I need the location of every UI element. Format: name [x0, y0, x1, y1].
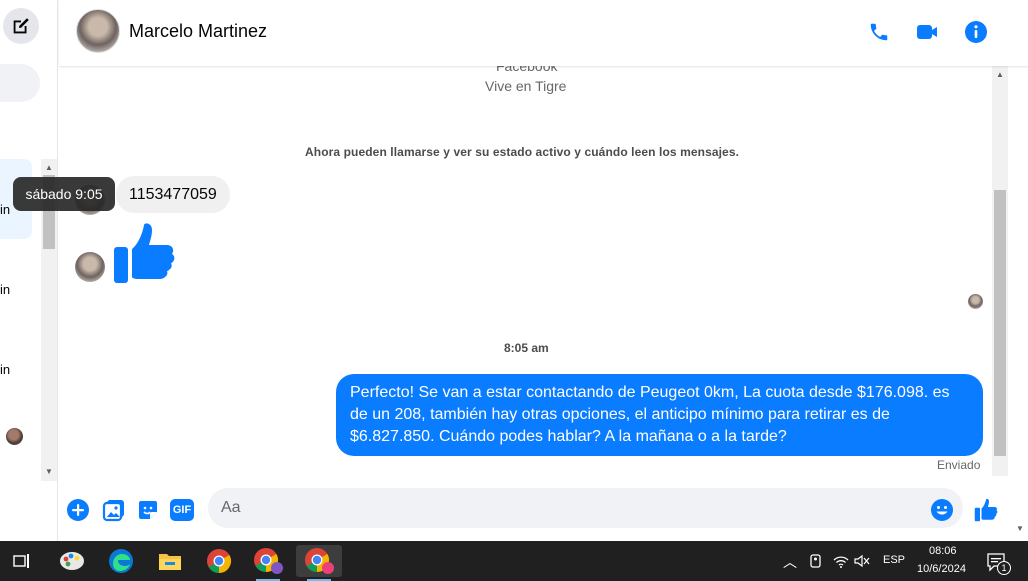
- voice-call-button[interactable]: [865, 18, 893, 46]
- wifi-icon[interactable]: [832, 553, 850, 569]
- chrome-profile-active-icon: [305, 548, 334, 574]
- show-hidden-icons-chevron-icon[interactable]: ︿: [783, 552, 797, 572]
- clock-date[interactable]: 10/6/2024: [917, 563, 966, 575]
- thread-scrollbar-thumb[interactable]: [994, 190, 1006, 456]
- gif-button[interactable]: GIF: [169, 497, 195, 523]
- connection-notice: Ahora pueden llamarse y ver su estado ac…: [305, 145, 740, 159]
- conversation-preview-fragment: in: [0, 282, 11, 297]
- image-icon: [102, 500, 124, 522]
- message-input[interactable]: [208, 488, 963, 528]
- search-conversations-field[interactable]: [0, 64, 40, 102]
- video-call-button[interactable]: [913, 18, 941, 46]
- message-composer: GIF: [59, 480, 1028, 541]
- scroll-up-arrow-icon[interactable]: ▲: [996, 70, 1004, 79]
- taskbar-app-paint[interactable]: [52, 545, 92, 577]
- scroll-down-arrow-icon[interactable]: ▼: [45, 467, 53, 476]
- taskbar-app-chrome-active[interactable]: [296, 545, 342, 581]
- message-thread: Facebook Vive en Tigre Ahora pueden llam…: [13, 58, 992, 476]
- task-view-button[interactable]: [2, 545, 42, 577]
- message-status: Enviado: [937, 458, 981, 472]
- taskbar-app-edge[interactable]: [101, 545, 141, 577]
- edge-icon: [109, 549, 133, 573]
- new-message-button[interactable]: [3, 8, 39, 44]
- contact-name[interactable]: Marcelo Martinez: [129, 21, 267, 42]
- info-icon: [965, 21, 987, 43]
- conversation-header: Marcelo Martinez: [59, 0, 1028, 66]
- attach-image-button[interactable]: [101, 497, 127, 523]
- sticker-icon: [139, 501, 157, 519]
- conversation-preview-fragment: in: [0, 362, 11, 377]
- sticker-button[interactable]: [135, 497, 161, 523]
- seen-by-avatar: [968, 294, 983, 309]
- paint-app-icon: [60, 552, 84, 570]
- task-view-icon: [13, 554, 29, 568]
- taskbar-app-chrome[interactable]: [199, 545, 239, 577]
- notification-count-badge: 1: [997, 561, 1011, 575]
- file-explorer-icon: [159, 554, 181, 570]
- emoji-picker-button[interactable]: [929, 497, 955, 523]
- message-timestamp-tooltip: sábado 9:05: [13, 177, 115, 211]
- compose-icon: [13, 18, 29, 34]
- scroll-up-arrow-icon[interactable]: ▲: [45, 163, 53, 172]
- page-scroll-down-arrow-icon[interactable]: ▼: [1016, 524, 1024, 533]
- chrome-profile-icon: [254, 548, 283, 574]
- time-separator: 8:05 am: [504, 341, 549, 355]
- conversation-preview-fragment: in: [0, 202, 11, 217]
- conversation-info-button[interactable]: [962, 18, 990, 46]
- clock-time[interactable]: 08:06: [929, 545, 957, 557]
- sent-message-bubble[interactable]: Perfecto! Se van a estar contactando de …: [336, 374, 983, 456]
- volume-muted-icon[interactable]: [853, 553, 871, 569]
- sender-avatar[interactable]: [75, 252, 105, 282]
- meet-now-icon[interactable]: [808, 553, 824, 569]
- profile-location-text: Vive en Tigre: [485, 78, 567, 94]
- taskbar-app-chrome-profile[interactable]: [248, 545, 288, 581]
- conversation-avatar[interactable]: [6, 428, 23, 445]
- received-message-bubble[interactable]: 1153477059: [116, 176, 230, 213]
- more-actions-button[interactable]: [65, 497, 91, 523]
- video-camera-icon: [917, 25, 937, 39]
- gif-icon: GIF: [170, 499, 194, 521]
- send-like-button[interactable]: [973, 497, 999, 523]
- chrome-icon: [207, 549, 232, 573]
- plus-circle-icon: [67, 499, 89, 521]
- thumbs-up-icon: [114, 223, 175, 283]
- emoji-icon: [931, 499, 953, 521]
- contact-avatar[interactable]: [76, 9, 120, 53]
- phone-icon: [870, 23, 888, 41]
- thumbs-up-icon: [974, 498, 998, 522]
- received-like-sticker[interactable]: [112, 221, 176, 290]
- taskbar-app-file-explorer[interactable]: [150, 545, 190, 577]
- input-language[interactable]: ESP: [883, 554, 905, 566]
- windows-taskbar: ︿ ESP 08:06 10/6/2024 1: [0, 541, 1028, 581]
- conversation-list-sidebar: in in in ▲ ▼: [0, 0, 58, 541]
